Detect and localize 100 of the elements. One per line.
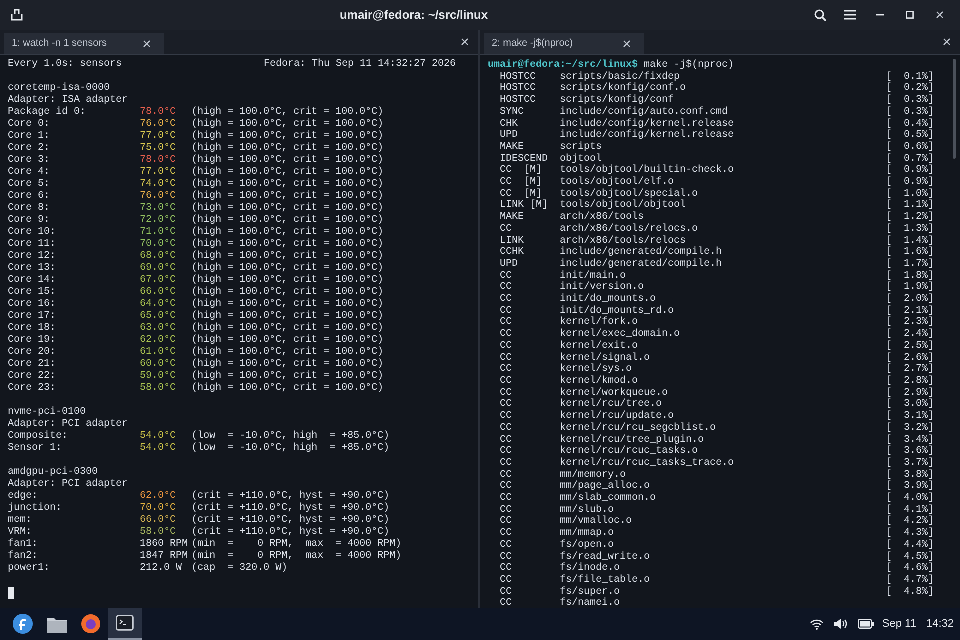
build-percentage: [ 0.3%] xyxy=(886,106,935,118)
sensor-label: Core 23: xyxy=(8,383,58,395)
sensor-value: 54.0°C xyxy=(140,431,178,443)
build-step: UPD xyxy=(488,130,560,142)
build-percentage: [ 1.7%] xyxy=(886,258,935,270)
build-step: HOSTCC xyxy=(488,83,560,96)
sensor-value: 58.0°C xyxy=(140,527,178,539)
sensor-label: junction: xyxy=(8,503,64,515)
sensor-label: Core 14: xyxy=(8,275,58,287)
sensor-label: Sensor 1: xyxy=(8,443,64,455)
build-percentage: [ 0.4%] xyxy=(886,118,935,130)
sensor-limits: (high = 100.0°C, crit = 100.0°C) xyxy=(192,311,384,322)
search-icon xyxy=(814,8,826,22)
scrollbar[interactable] xyxy=(953,59,956,159)
sensor-value: 77.0°C xyxy=(140,131,178,143)
build-file: tools/objtool/special.o xyxy=(560,188,700,200)
sensor-value: 70.0°C xyxy=(140,503,178,515)
sensor-limits: (high = 100.0°C, crit = 100.0°C) xyxy=(192,347,384,358)
build-percentage: [ 0.1%] xyxy=(886,72,935,83)
build-file: fs/super.o xyxy=(560,586,622,598)
sensor-label: mem: xyxy=(8,515,34,527)
build-step: CC xyxy=(488,329,560,341)
sensor-label: Core 0: xyxy=(8,119,52,131)
build-file: scripts/konfig/conf xyxy=(560,95,676,106)
build-step: CC xyxy=(488,294,560,306)
sensor-limits: (low = -10.0°C, high = +85.0°C) xyxy=(192,431,390,442)
sensor-limits: (crit = +110.0°C, hyst = +90.0°C) xyxy=(192,503,390,514)
build-percentage: [ 0.5%] xyxy=(886,130,935,142)
build-step: CC xyxy=(488,446,560,458)
sensor-label: Core 19: xyxy=(8,335,58,347)
adapter-name: Adapter: PCI adapter xyxy=(8,479,130,490)
sensor-label: Core 16: xyxy=(8,299,58,311)
sensor-value: 78.0°C xyxy=(140,107,178,119)
build-percentage: [ 0.9%] xyxy=(886,165,935,176)
clock[interactable]: Sep 11 14:32 xyxy=(882,618,954,630)
build-file: mm/page_alloc.o xyxy=(560,481,652,492)
build-file: kernel/workqueue.o xyxy=(560,388,670,399)
sensor-label: Core 11: xyxy=(8,239,58,251)
build-percentage: [ 3.6%] xyxy=(886,446,935,458)
sensor-label: Package id 0: xyxy=(8,107,88,119)
sensor-limits: (high = 100.0°C, crit = 100.0°C) xyxy=(192,239,384,250)
build-percentage: [ 4.0%] xyxy=(886,493,935,504)
sensor-label: Core 18: xyxy=(8,323,58,335)
build-file: objtool xyxy=(560,154,602,165)
tab-icon[interactable] xyxy=(10,8,24,22)
terminal-tab[interactable]: 1: watch -n 1 sensors xyxy=(4,33,164,54)
terminal-button[interactable] xyxy=(108,608,142,640)
sensor-limits: (high = 100.0°C, crit = 100.0°C) xyxy=(192,383,384,395)
build-step: IDESCEND xyxy=(488,154,560,166)
sensor-value: 60.0°C xyxy=(140,359,178,371)
sensor-limits: (high = 100.0°C, crit = 100.0°C) xyxy=(192,275,384,286)
sensor-label: power1: xyxy=(8,563,52,575)
build-file: fs/namei.o xyxy=(560,598,622,608)
launcher-logo-icon xyxy=(13,614,33,634)
sensor-label: fan1: xyxy=(8,539,40,550)
volume-icon[interactable] xyxy=(834,618,848,630)
sensor-value: 58.0°C xyxy=(140,383,178,395)
sensor-value: 64.0°C xyxy=(140,299,178,311)
sensor-limits: (min = 0 RPM, max = 4000 RPM) xyxy=(192,551,402,562)
build-file: fs/open.o xyxy=(560,540,616,552)
close-icon xyxy=(943,38,951,46)
build-percentage: [ 2.5%] xyxy=(886,340,935,352)
build-file: tools/objtool/builtin-check.o xyxy=(560,165,736,176)
close-icon xyxy=(461,38,469,46)
adapter-name: Adapter: PCI adapter xyxy=(8,419,130,430)
build-percentage: [ 2.3%] xyxy=(886,317,935,328)
sensor-label: Core 5: xyxy=(8,179,52,191)
sensor-limits: (high = 100.0°C, crit = 100.0°C) xyxy=(192,131,384,142)
sensor-limits: (high = 100.0°C, crit = 100.0°C) xyxy=(192,155,384,166)
build-step: LINK xyxy=(488,236,560,248)
build-step: SYNC xyxy=(488,106,560,119)
build-step: CC xyxy=(488,458,560,470)
sensor-label: Core 9: xyxy=(8,215,52,227)
build-percentage: [ 1.4%] xyxy=(886,236,935,247)
sensor-value: 65.0°C xyxy=(140,311,178,323)
build-step: CC xyxy=(488,340,560,353)
build-file: fs/read_write.o xyxy=(560,552,652,563)
build-step: CC xyxy=(488,270,560,282)
sensor-limits: (high = 100.0°C, crit = 100.0°C) xyxy=(192,323,384,334)
build-percentage: [ 1.6%] xyxy=(886,247,935,258)
wifi-icon[interactable] xyxy=(810,618,824,630)
battery-icon[interactable] xyxy=(858,619,874,629)
build-file: mm/vmalloc.o xyxy=(560,516,634,528)
build-file: scripts xyxy=(560,142,604,154)
build-step: CC xyxy=(488,224,560,236)
sensor-limits: (high = 100.0°C, crit = 100.0°C) xyxy=(192,179,384,190)
terminal-tab[interactable]: 2: make -j$(nproc) xyxy=(484,33,644,54)
build-file: kernel/exec_domain.o xyxy=(560,329,682,340)
build-step: CC [M] xyxy=(488,177,560,189)
sensor-value: 62.0°C xyxy=(140,491,178,503)
build-step: UPD xyxy=(488,258,560,271)
sensor-label: Core 4: xyxy=(8,167,52,179)
build-file: kernel/rcu/update.o xyxy=(560,411,676,422)
build-step: CC xyxy=(488,434,560,446)
build-file: kernel/sys.o xyxy=(560,364,634,376)
sensor-limits: (high = 100.0°C, crit = 100.0°C) xyxy=(192,227,384,238)
sensor-value: 71.0°C xyxy=(140,227,178,239)
text-cursor xyxy=(8,587,14,599)
build-percentage: [ 2.9%] xyxy=(886,388,935,399)
sensor-value: 76.0°C xyxy=(140,191,178,203)
